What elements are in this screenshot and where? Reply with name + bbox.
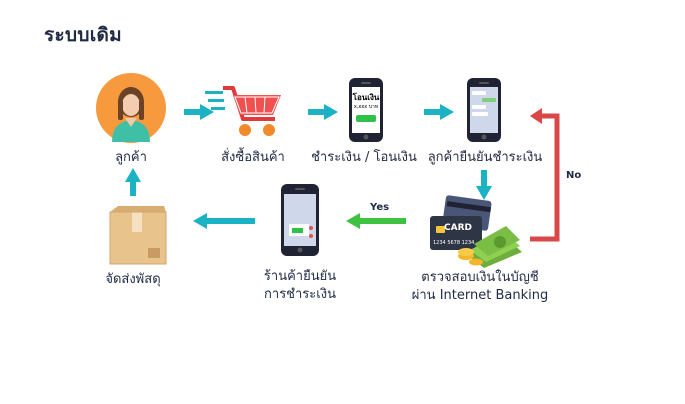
- arrow-left-icon: [193, 213, 255, 229]
- shop-label-line1: ร้านค้ายืนยัน: [263, 269, 337, 284]
- arrow-up-icon: [125, 168, 141, 196]
- chat-phone-icon: [467, 78, 501, 142]
- verify-label-line2: ผ่าน Internet Banking: [411, 288, 549, 303]
- order-label: สั่งซื้อสินค้า: [221, 150, 285, 165]
- customer-avatar-icon: [96, 73, 166, 143]
- arrow-right-icon: [184, 104, 214, 120]
- shopping-cart-icon: [205, 86, 281, 136]
- card-number: 1234 5678 1234: [433, 240, 475, 246]
- yes-branch-label: Yes: [370, 202, 390, 213]
- confirm-label: ลูกค้ายืนยันชำระเงิน: [427, 150, 543, 165]
- arrow-right-icon: [424, 104, 454, 120]
- arrow-down-icon: [476, 170, 492, 200]
- verify-label-line1: ตรวจสอบเงินในบัญชี: [421, 270, 539, 285]
- package-box-icon: [109, 206, 167, 265]
- pay-label: ชำระเงิน / โอนเงิน: [311, 150, 417, 165]
- phone-screen-amount: x,xxx บาท: [353, 104, 379, 110]
- page-title: ระบบเดิม: [44, 24, 122, 46]
- card-brand: CARD: [444, 223, 472, 233]
- customer-label: ลูกค้า: [115, 150, 147, 165]
- arrow-right-icon: [308, 104, 338, 120]
- no-branch-label: No: [566, 170, 582, 181]
- arrow-no-loop-icon: [530, 108, 560, 242]
- card-and-money-icon: [430, 195, 522, 268]
- shop-phone-icon: [281, 184, 319, 256]
- ship-label: จัดส่งพัสดุ: [105, 272, 161, 287]
- shop-label-line2: การชำระเงิน: [264, 287, 336, 302]
- arrow-left-yes-icon: [346, 213, 406, 229]
